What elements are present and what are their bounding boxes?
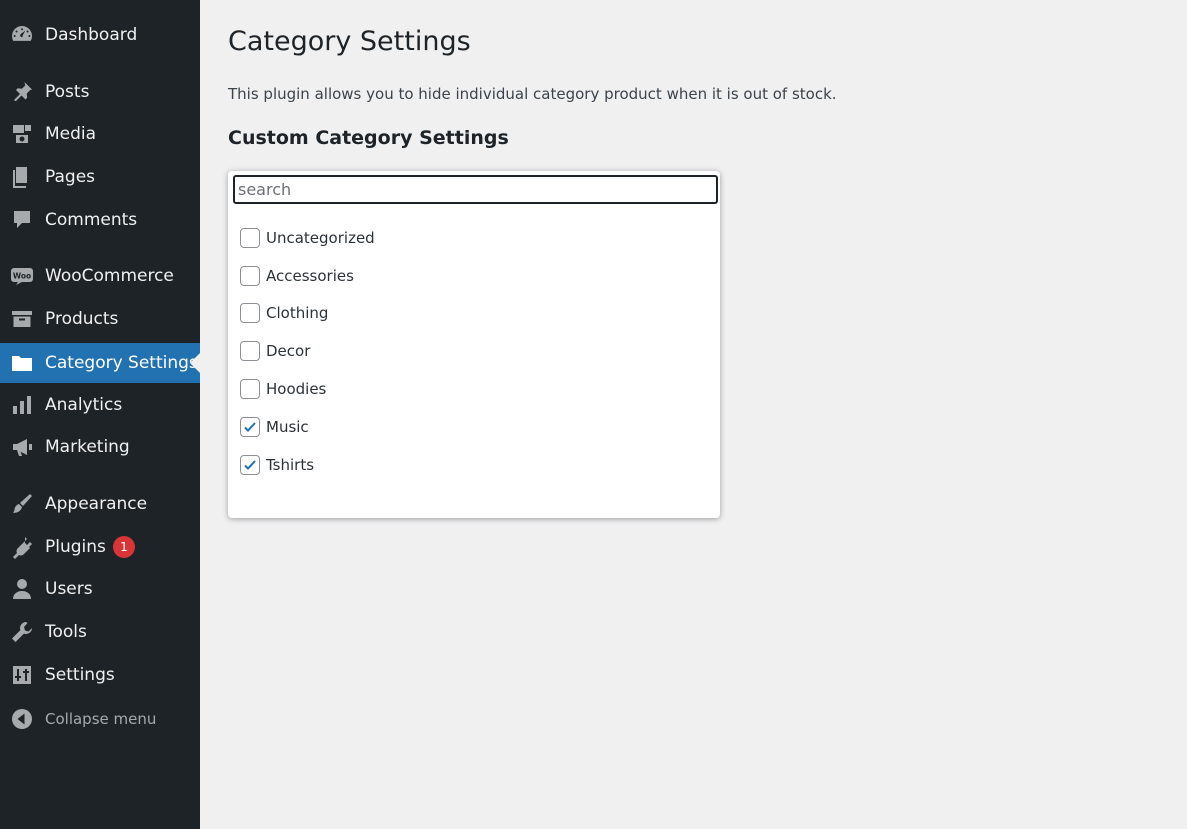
category-checkbox[interactable] bbox=[240, 303, 260, 324]
menu-item-woocommerce[interactable]: Woo WooCommerce bbox=[0, 258, 200, 294]
menu-label: Category Settings bbox=[45, 353, 198, 373]
category-checkbox[interactable] bbox=[240, 227, 260, 248]
menu-label: Comments bbox=[45, 210, 138, 230]
category-checkbox[interactable] bbox=[240, 454, 260, 475]
menu-item-posts[interactable]: Posts bbox=[0, 74, 200, 110]
user-icon bbox=[10, 577, 34, 601]
category-search-input[interactable] bbox=[233, 175, 718, 204]
menu-label: Users bbox=[45, 579, 93, 599]
menu-item-marketing[interactable]: Marketing bbox=[0, 429, 200, 465]
category-item-music[interactable]: Music bbox=[240, 408, 375, 446]
menu-label: Collapse menu bbox=[45, 710, 157, 728]
menu-item-dashboard[interactable]: Dashboard bbox=[0, 17, 200, 53]
category-item-hoodies[interactable]: Hoodies bbox=[240, 370, 375, 408]
menu-item-users[interactable]: Users bbox=[0, 571, 200, 607]
svg-text:Woo: Woo bbox=[13, 272, 31, 281]
admin-sidebar: Dashboard Posts Media Pages Comments Woo… bbox=[0, 0, 200, 829]
category-checkbox[interactable] bbox=[240, 416, 260, 437]
megaphone-icon bbox=[10, 435, 34, 459]
category-label: Decor bbox=[266, 342, 311, 361]
menu-item-plugins[interactable]: Plugins 1 bbox=[0, 529, 200, 565]
menu-label: Pages bbox=[45, 167, 96, 187]
archive-icon bbox=[10, 307, 34, 331]
menu-label: Products bbox=[45, 309, 119, 329]
dashboard-icon bbox=[10, 23, 34, 47]
page-title: Category Settings bbox=[228, 26, 471, 57]
menu-item-comments[interactable]: Comments bbox=[0, 202, 200, 238]
category-checkbox[interactable] bbox=[240, 341, 260, 362]
category-list: Uncategorized Accessories Clothing Decor… bbox=[240, 219, 375, 484]
category-item-clothing[interactable]: Clothing bbox=[240, 295, 375, 333]
wrench-icon bbox=[10, 620, 34, 644]
media-icon bbox=[10, 122, 34, 146]
category-label: Clothing bbox=[266, 304, 329, 323]
plug-icon bbox=[10, 535, 34, 559]
category-select-panel: Uncategorized Accessories Clothing Decor… bbox=[228, 171, 720, 518]
checkmark-icon bbox=[244, 422, 256, 432]
menu-label: Appearance bbox=[45, 494, 148, 514]
menu-label: Media bbox=[45, 124, 97, 144]
pages-icon bbox=[10, 165, 34, 189]
menu-item-appearance[interactable]: Appearance bbox=[0, 486, 200, 522]
menu-item-products[interactable]: Products bbox=[0, 301, 200, 337]
plugins-update-badge: 1 bbox=[112, 536, 135, 558]
page-description: This plugin allows you to hide individua… bbox=[228, 85, 837, 103]
checkmark-icon bbox=[244, 459, 256, 470]
menu-item-pages[interactable]: Pages bbox=[0, 159, 200, 195]
menu-label: Settings bbox=[45, 665, 115, 685]
menu-label: WooCommerce bbox=[45, 266, 174, 286]
category-item-tshirts[interactable]: Tshirts bbox=[240, 446, 375, 484]
category-label: Tshirts bbox=[266, 455, 315, 474]
folder-icon bbox=[10, 351, 34, 375]
category-item-uncategorized[interactable]: Uncategorized bbox=[240, 219, 375, 257]
menu-item-tools[interactable]: Tools bbox=[0, 614, 200, 650]
menu-label: Analytics bbox=[45, 395, 123, 415]
collapse-menu-button[interactable]: Collapse menu bbox=[0, 701, 200, 737]
category-checkbox[interactable] bbox=[240, 265, 260, 286]
category-label: Accessories bbox=[266, 266, 354, 285]
menu-item-settings[interactable]: Settings bbox=[0, 657, 200, 693]
bar-chart-icon bbox=[10, 393, 34, 417]
category-label: Hoodies bbox=[266, 380, 327, 399]
comment-icon bbox=[10, 208, 34, 232]
menu-label: Marketing bbox=[45, 437, 130, 457]
sliders-icon bbox=[10, 663, 34, 687]
menu-item-category-settings[interactable]: Category Settings bbox=[0, 343, 200, 383]
pin-icon bbox=[10, 80, 34, 104]
woocommerce-icon: Woo bbox=[10, 264, 34, 288]
category-item-decor[interactable]: Decor bbox=[240, 332, 375, 370]
menu-label: Dashboard bbox=[45, 25, 138, 45]
menu-label: Plugins bbox=[45, 537, 106, 557]
category-label: Uncategorized bbox=[266, 228, 375, 247]
category-item-accessories[interactable]: Accessories bbox=[240, 257, 375, 295]
menu-label: Tools bbox=[45, 622, 87, 642]
menu-item-media[interactable]: Media bbox=[0, 116, 200, 152]
menu-item-analytics[interactable]: Analytics bbox=[0, 387, 200, 423]
category-checkbox[interactable] bbox=[240, 379, 260, 400]
category-label: Music bbox=[266, 417, 309, 436]
section-title: Custom Category Settings bbox=[228, 127, 509, 149]
collapse-arrow-icon bbox=[10, 707, 34, 731]
paintbrush-icon bbox=[10, 492, 34, 516]
menu-label: Posts bbox=[45, 82, 90, 102]
